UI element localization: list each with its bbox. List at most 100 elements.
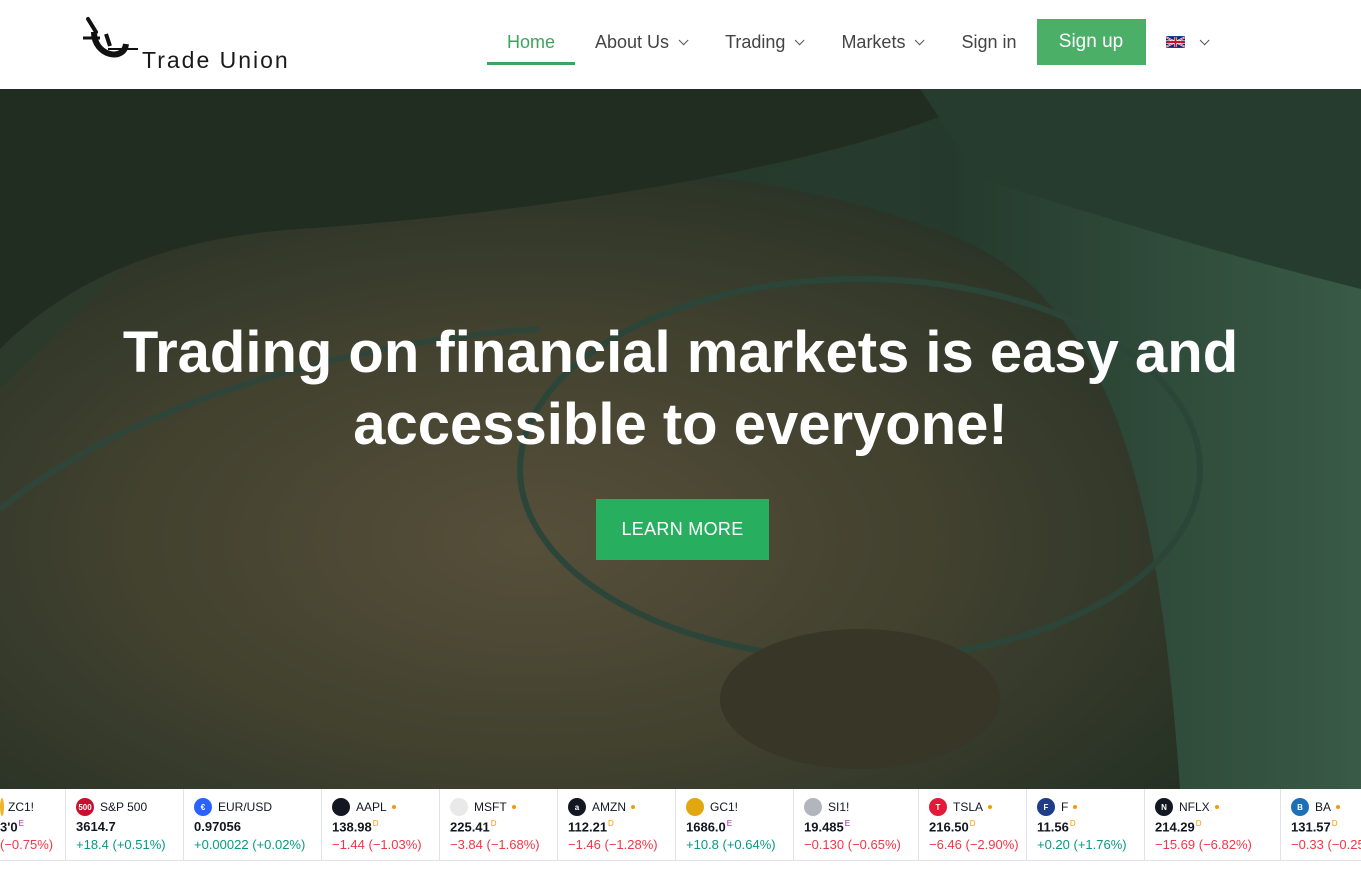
ticker-item-zc1[interactable]: ZC1! 3'0E (−0.75%) [0, 789, 66, 860]
chevron-down-icon [678, 34, 689, 45]
ticker-symbol-row: SI1! [804, 797, 918, 817]
ticker-logo-icon: N [1155, 798, 1173, 816]
ticker-change: +0.20 (+1.76%) [1037, 837, 1127, 853]
ticker-symbol: EUR/USD [218, 800, 273, 814]
trade-union-logo-icon [83, 17, 138, 58]
language-selector[interactable] [1165, 19, 1210, 65]
chevron-down-icon [1199, 34, 1210, 45]
ticker-logo-icon: 500 [76, 798, 94, 816]
nav-about-us-label: About Us [595, 31, 670, 52]
ticker-logo-icon: T [929, 798, 947, 816]
ticker-symbol-row: B BA [1291, 797, 1361, 817]
ticker-price-value: 225.41 [450, 819, 490, 835]
learn-more-button[interactable]: LEARN MORE [596, 499, 769, 560]
ticker-change: +18.4 (+0.51%) [76, 837, 166, 852]
ticker-price-flag: E [844, 819, 851, 828]
ticker-logo-icon [686, 798, 704, 816]
ticker-symbol-row: GC1! [686, 797, 793, 817]
ticker-price-value: 131.57 [1291, 819, 1331, 835]
ticker-item-aapl[interactable]: AAPL 138.98D −1.44 (−1.03%) [322, 789, 440, 860]
ticker-symbol-row: a AMZN [568, 797, 675, 817]
ticker-price: 0.97056 [194, 819, 321, 834]
ticker-item-msft[interactable]: MSFT 225.41D −3.84 (−1.68%) [440, 789, 558, 860]
ticker-price: 19.485E [804, 819, 918, 834]
ticker-price-value: 3614.7 [76, 819, 116, 834]
nav-home-label: Home [507, 31, 556, 52]
ticker-symbol-row: 500 S&P 500 [76, 797, 183, 817]
ticker-item-si1[interactable]: SI1! 19.485E −0.130 (−0.65%) [794, 789, 919, 860]
ticker-symbol-row: ZC1! [0, 797, 65, 817]
market-closed-dot-icon [1336, 805, 1341, 809]
nav-trading[interactable]: Trading [705, 19, 821, 65]
ticker-change: −6.46 (−2.90%) [929, 837, 1019, 853]
ticker-symbol-row: MSFT [450, 797, 557, 817]
ticker-change: +10.8 (+0.64%) [686, 837, 776, 853]
ticker-price: 3'0E [0, 819, 65, 834]
ticker-change: +0.00022 (+0.02%) [194, 837, 306, 852]
ticker-symbol: AAPL [356, 800, 387, 814]
nav-markets[interactable]: Markets [821, 19, 941, 65]
sign-up-button[interactable]: Sign up [1036, 19, 1146, 65]
ticker-price: 138.98D [332, 819, 439, 834]
site-header: Trade Union Home About Us Trading Market… [0, 0, 1361, 89]
ticker-item-tsla[interactable]: T TSLA 216.50D −6.46 (−2.90%) [919, 789, 1027, 860]
ticker-change: −1.44 (−1.03%) [332, 837, 422, 853]
nav-home[interactable]: Home [487, 19, 576, 65]
ticker-symbol-row: N NFLX [1155, 797, 1280, 817]
ticker-price: 3614.7 [76, 819, 183, 834]
stock-ticker-tape: ZC1! 3'0E (−0.75%) 500 S&P 500 3614.7 +18.4 (+… [0, 789, 1361, 861]
ticker-price-flag: D [490, 819, 497, 828]
ticker-change: (−0.75%) [0, 837, 54, 853]
chevron-down-icon [915, 34, 926, 45]
ticker-price-value: 138.98 [332, 819, 372, 835]
nav-trading-label: Trading [725, 31, 786, 52]
ticker-symbol-row: T TSLA [929, 797, 1026, 817]
ticker-symbol: BA [1315, 800, 1332, 814]
uk-flag-icon [1165, 36, 1185, 48]
market-closed-dot-icon [391, 805, 396, 809]
ticker-price-value: 214.29 [1155, 819, 1195, 835]
ticker-price: 11.56D [1037, 819, 1144, 834]
ticker-symbol-row: AAPL [332, 797, 439, 817]
nav-about-us[interactable]: About Us [575, 19, 705, 65]
ticker-item-eurusd[interactable]: € EUR/USD 0.97056 +0.00022 (+0.02%) [184, 789, 322, 860]
hero-title: Trading on financial markets is easy and… [60, 317, 1301, 461]
hero-title-line-2: accessible to everyone! [353, 392, 1008, 457]
ticker-change: −1.46 (−1.28%) [568, 837, 658, 853]
market-closed-dot-icon [1073, 805, 1078, 809]
ticker-logo-icon: F [1037, 798, 1055, 816]
ticker-price-flag: D [969, 819, 976, 828]
ticker-item-sp500[interactable]: 500 S&P 500 3614.7 +18.4 (+0.51%) [66, 789, 184, 860]
ticker-symbol-row: € EUR/USD [194, 797, 321, 817]
ticker-item-ba[interactable]: B BA 131.57D −0.33 (−0.25%) [1281, 789, 1361, 860]
ticker-price-flag: E [18, 819, 24, 828]
ticker-price-flag: E [726, 819, 733, 828]
brand-logo[interactable]: Trade Union [82, 16, 322, 74]
ticker-change: −15.69 (−6.82%) [1155, 837, 1252, 853]
brand-name: Trade Union [142, 47, 290, 73]
main-nav: Home About Us Trading Markets Sign in Si… [487, 19, 1210, 65]
ticker-logo-icon [804, 798, 822, 816]
ticker-price-flag: D [372, 819, 379, 828]
ticker-item-nflx[interactable]: N NFLX 214.29D −15.69 (−6.82%) [1145, 789, 1281, 860]
nav-sign-in[interactable]: Sign in [941, 19, 1036, 65]
ticker-item-gc1[interactable]: GC1! 1686.0E +10.8 (+0.64%) [676, 789, 794, 860]
ticker-symbol: S&P 500 [100, 800, 148, 814]
ticker-item-f[interactable]: F F 11.56D +0.20 (+1.76%) [1027, 789, 1145, 860]
ticker-logo-icon: € [194, 798, 212, 816]
chevron-down-icon [795, 34, 806, 45]
ticker-price: 214.29D [1155, 819, 1280, 834]
nav-sign-in-label: Sign in [961, 31, 1017, 52]
ticker-logo-icon [0, 798, 4, 816]
market-closed-dot-icon [1214, 805, 1219, 809]
ticker-track: ZC1! 3'0E (−0.75%) 500 S&P 500 3614.7 +18.4 (+… [0, 789, 1361, 860]
market-closed-dot-icon [511, 805, 516, 809]
ticker-price-value: 19.485 [804, 819, 844, 835]
ticker-change: −0.130 (−0.65%) [804, 837, 901, 853]
ticker-price: 131.57D [1291, 819, 1361, 834]
hero-section: Trading on financial markets is easy and… [0, 89, 1361, 789]
ticker-price: 216.50D [929, 819, 1026, 834]
ticker-price-value: 3'0 [0, 819, 18, 835]
ticker-item-amzn[interactable]: a AMZN 112.21D −1.46 (−1.28%) [558, 789, 676, 860]
ticker-symbol: NFLX [1179, 800, 1210, 814]
